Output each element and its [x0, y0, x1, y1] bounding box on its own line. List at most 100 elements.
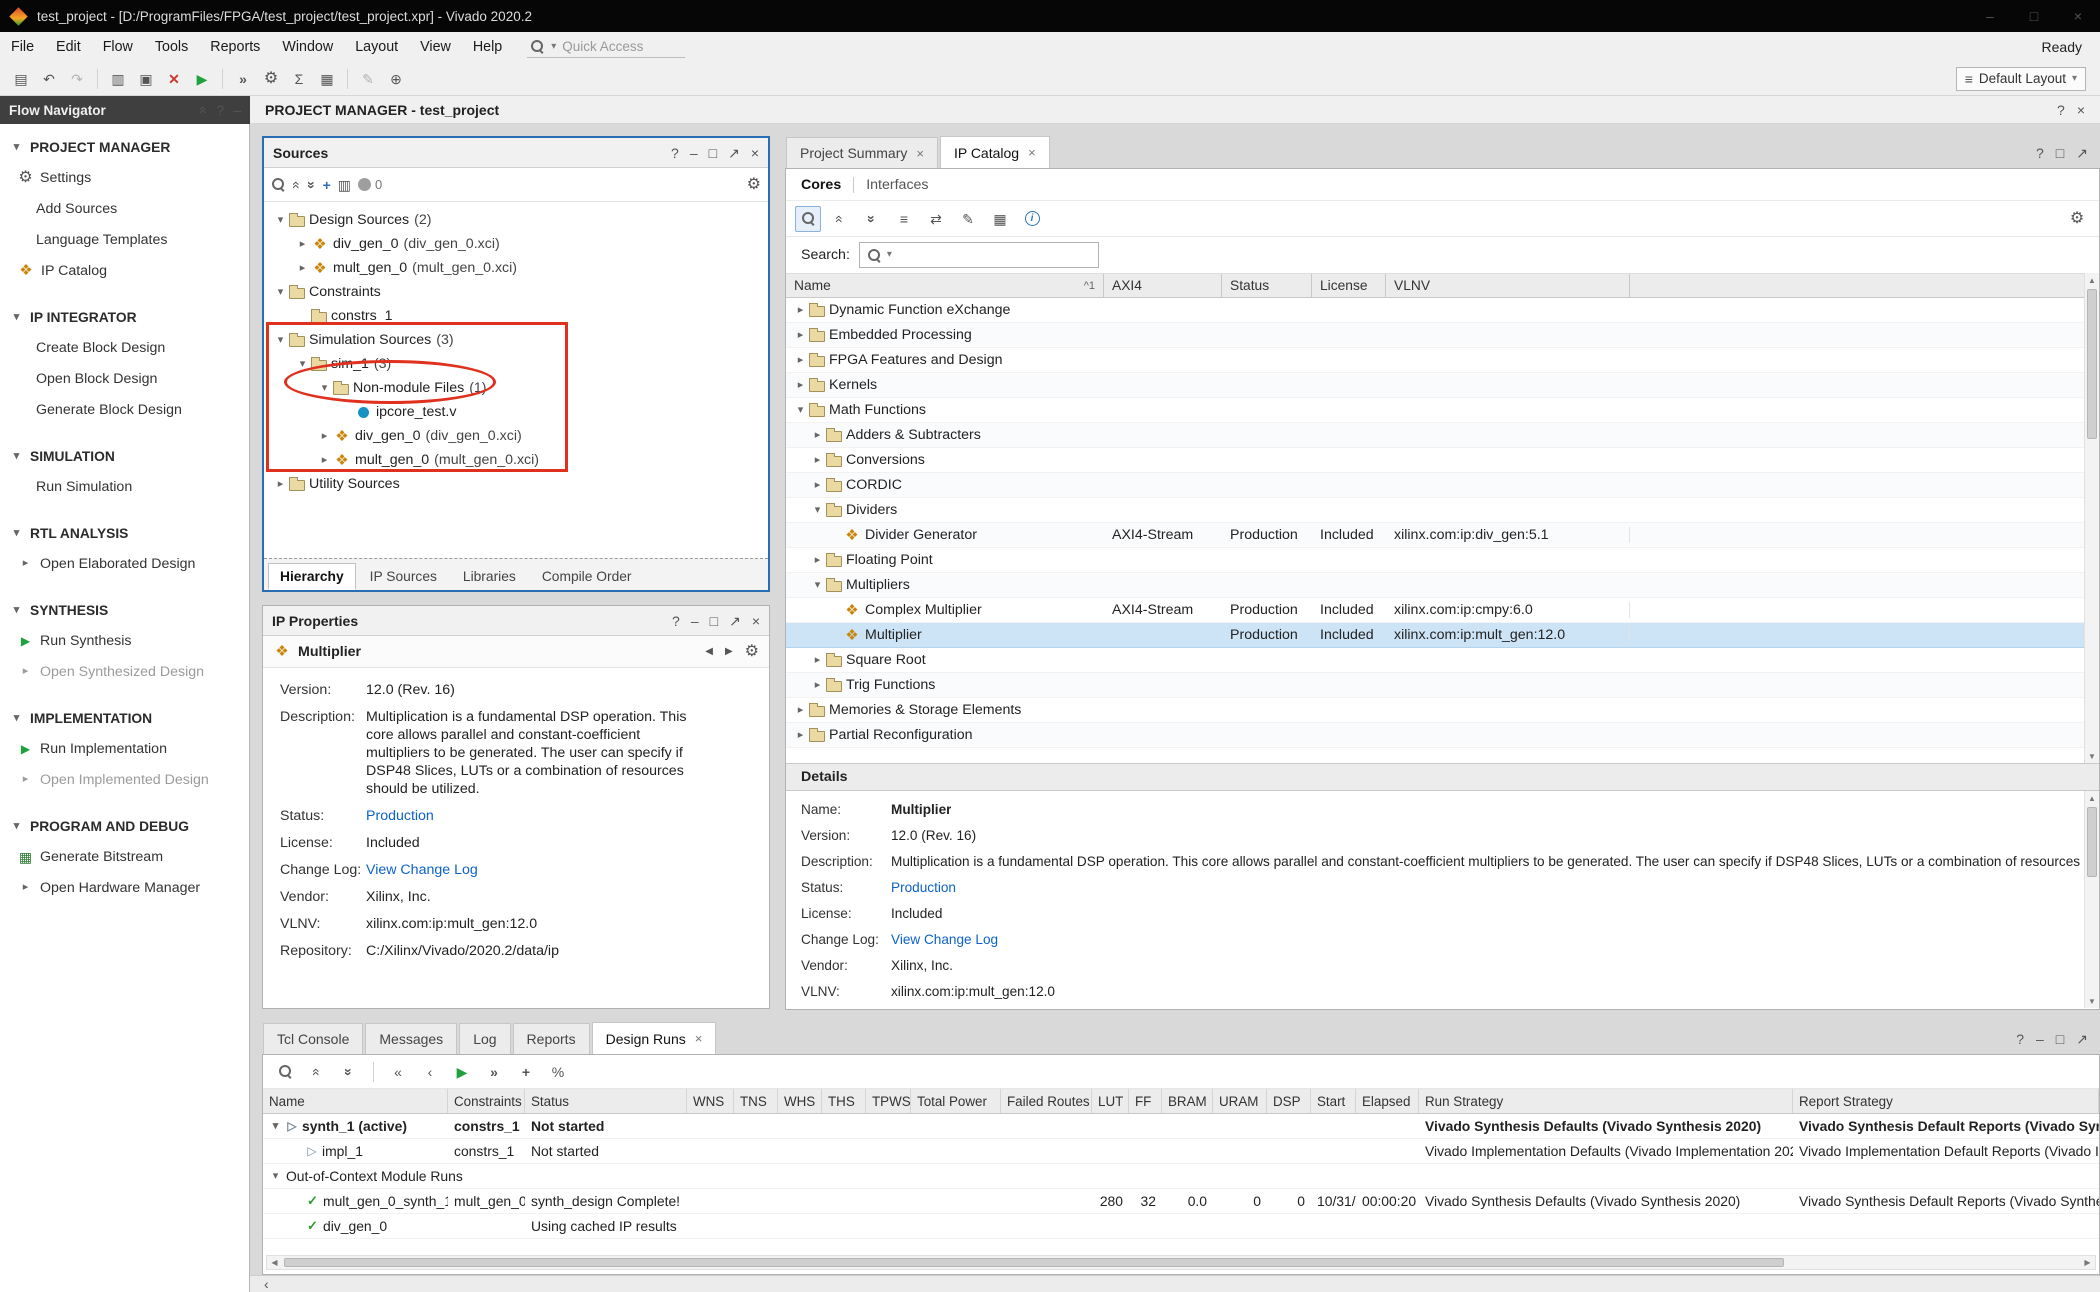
catalog-row-floating-point[interactable]: Floating Point — [786, 548, 2084, 573]
catalog-row-conversions[interactable]: Conversions — [786, 448, 2084, 473]
flow-item-generate-bitstream[interactable]: Generate Bitstream — [0, 841, 249, 872]
collapse-all-icon[interactable] — [290, 181, 304, 189]
edit-icon[interactable] — [355, 66, 381, 92]
scroll-left-icon[interactable] — [264, 1277, 269, 1291]
property-value[interactable]: View Change Log — [366, 861, 478, 879]
expand-toggle[interactable] — [8, 451, 25, 462]
search-icon[interactable] — [271, 177, 286, 192]
flow-item-open-hardware-manager[interactable]: Open Hardware Manager — [0, 872, 249, 903]
run-column-tpws[interactable]: TPWS — [866, 1089, 911, 1113]
reset-runs-icon[interactable] — [385, 1059, 411, 1085]
menu-file[interactable]: File — [0, 32, 45, 62]
source-node-sim-1[interactable]: sim_1(3) — [264, 352, 768, 376]
search-button[interactable] — [272, 1059, 298, 1085]
expand-toggle[interactable] — [17, 558, 34, 569]
bottom-tab-messages[interactable]: Messages — [365, 1023, 457, 1054]
menu-flow[interactable]: Flow — [92, 32, 144, 62]
sources-tab-libraries[interactable]: Libraries — [451, 563, 528, 590]
help-icon[interactable] — [2016, 1032, 2024, 1046]
flow-item-generate-block-design[interactable]: Generate Block Design — [0, 394, 249, 425]
maximize-icon[interactable] — [2076, 1032, 2088, 1046]
settings-gear-icon[interactable] — [258, 66, 284, 92]
expand-toggle[interactable] — [8, 821, 25, 832]
create-run-icon[interactable] — [513, 1059, 539, 1085]
flow-item-ip-catalog[interactable]: IP Catalog — [0, 255, 249, 286]
expand-toggle[interactable] — [809, 655, 826, 666]
help-icon[interactable] — [216, 103, 224, 117]
grid-icon[interactable] — [987, 206, 1013, 232]
details-scrollbar[interactable]: ▲ ▼ — [2084, 791, 2099, 1008]
save-icon[interactable] — [8, 66, 34, 92]
subtab-cores[interactable]: Cores — [801, 177, 841, 193]
minimize-icon[interactable] — [691, 614, 699, 628]
maximize-icon[interactable] — [729, 614, 741, 628]
compare-icon[interactable] — [923, 206, 949, 232]
fast-forward-icon[interactable] — [230, 66, 256, 92]
info-button[interactable] — [1019, 206, 1045, 232]
horizontal-scrollbar[interactable]: ◀ ▶ — [266, 1255, 2096, 1270]
help-icon[interactable] — [672, 614, 680, 628]
catalog-row-cordic[interactable]: CORDIC — [786, 473, 2084, 498]
expand-toggle[interactable] — [267, 1121, 284, 1132]
bottom-tab-reports[interactable]: Reports — [513, 1023, 590, 1054]
close-icon[interactable] — [916, 146, 924, 161]
scrollbar-thumb[interactable] — [284, 1258, 1784, 1267]
sources-tab-ip-sources[interactable]: IP Sources — [358, 563, 449, 590]
catalog-row-partial-reconfiguration[interactable]: Partial Reconfiguration — [786, 723, 2084, 748]
expand-toggle[interactable] — [272, 215, 289, 226]
expand-toggle[interactable] — [8, 312, 25, 323]
flow-item-settings[interactable]: Settings — [0, 162, 249, 193]
source-node-non-module-files[interactable]: Non-module Files(1) — [264, 376, 768, 400]
forward-icon[interactable] — [725, 647, 733, 657]
catalog-row-fpga-features-and-design[interactable]: FPGA Features and Design — [786, 348, 2084, 373]
menu-edit[interactable]: Edit — [45, 32, 92, 62]
settings-gear-icon[interactable] — [2064, 206, 2090, 232]
catalog-scrollbar[interactable]: ▲ ▼ — [2084, 273, 2099, 763]
run-column-name[interactable]: Name — [263, 1089, 448, 1113]
step-back-icon[interactable] — [417, 1059, 443, 1085]
float-icon[interactable] — [709, 146, 717, 160]
maximize-icon[interactable] — [2076, 146, 2088, 160]
expand-toggle[interactable] — [316, 455, 333, 466]
run-column-run-strategy[interactable]: Run Strategy — [1419, 1089, 1793, 1113]
run-row-synth-1-active[interactable]: synth_1 (active)constrs_1Not startedViva… — [263, 1114, 2099, 1139]
expand-toggle[interactable] — [792, 355, 809, 366]
property-value[interactable]: View Change Log — [891, 931, 998, 949]
menu-layout[interactable]: Layout — [344, 32, 409, 62]
expand-toggle[interactable] — [792, 730, 809, 741]
source-node-utility-sources[interactable]: Utility Sources — [264, 472, 768, 496]
minimize-icon[interactable] — [690, 146, 698, 160]
run-column-whs[interactable]: WHS — [778, 1089, 822, 1113]
expand-toggle[interactable] — [267, 1171, 284, 1182]
close-icon[interactable] — [751, 146, 759, 160]
catalog-row-memories-storage-elements[interactable]: Memories & Storage Elements — [786, 698, 2084, 723]
run-column-tns[interactable]: TNS — [734, 1089, 778, 1113]
catalog-row-math-functions[interactable]: Math Functions — [786, 398, 2084, 423]
catalog-row-kernels[interactable]: Kernels — [786, 373, 2084, 398]
expand-toggle[interactable] — [809, 580, 826, 591]
expand-toggle[interactable] — [809, 455, 826, 466]
expand-toggle[interactable] — [792, 330, 809, 341]
run-row-impl-1[interactable]: impl_1constrs_1Not startedVivado Impleme… — [263, 1139, 2099, 1164]
expand-toggle[interactable] — [792, 405, 809, 416]
settings-gear-icon[interactable] — [747, 177, 761, 193]
flow-item-add-sources[interactable]: Add Sources — [0, 193, 249, 224]
source-node-constrs-1[interactable]: constrs_1 — [264, 304, 768, 328]
flow-item-create-block-design[interactable]: Create Block Design — [0, 332, 249, 363]
catalog-row-square-root[interactable]: Square Root — [786, 648, 2084, 673]
column-header-license[interactable]: License — [1312, 274, 1386, 297]
catalog-row-adders-subtracters[interactable]: Adders & Subtracters — [786, 423, 2084, 448]
layout-selector[interactable]: Default Layout — [1956, 67, 2086, 91]
expand-toggle[interactable] — [8, 528, 25, 539]
editor-tab-project-summary[interactable]: Project Summary — [786, 137, 938, 168]
expand-toggle[interactable] — [272, 335, 289, 346]
expand-toggle[interactable] — [294, 359, 311, 370]
menu-reports[interactable]: Reports — [199, 32, 271, 62]
settings-gear-icon[interactable] — [745, 644, 759, 660]
minimize-button[interactable] — [1968, 0, 2012, 32]
search-input[interactable] — [859, 242, 1099, 268]
expand-toggle[interactable] — [316, 383, 333, 394]
run-column-report-strategy[interactable]: Report Strategy — [1793, 1089, 2099, 1113]
percentage-icon[interactable] — [545, 1059, 571, 1085]
expand-all-icon[interactable] — [336, 1059, 362, 1085]
